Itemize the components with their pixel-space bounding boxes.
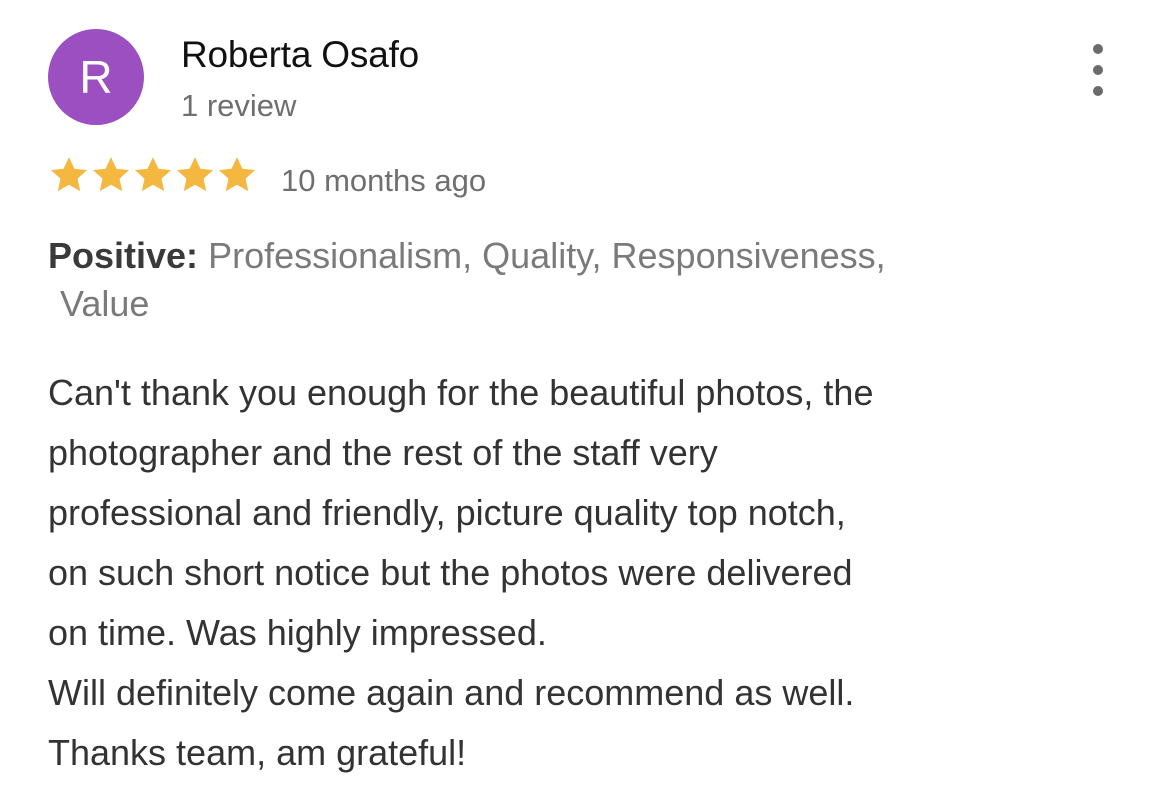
review-line: Will definitely come again and recommend… xyxy=(48,672,855,713)
more-options-button[interactable] xyxy=(1082,44,1114,96)
more-vertical-icon-dot xyxy=(1093,44,1103,54)
review-count[interactable]: 1 review xyxy=(181,88,296,124)
avatar-initial: R xyxy=(79,51,113,103)
review-line: on time. Was highly impressed. xyxy=(48,612,547,653)
reviewer-name[interactable]: Roberta Osafo xyxy=(181,34,419,76)
review-body: Can't thank you enough for the beautiful… xyxy=(48,363,1108,783)
star-icon xyxy=(176,157,214,192)
review-timestamp: 10 months ago xyxy=(281,163,487,198)
more-vertical-icon-dot xyxy=(1093,65,1103,75)
review-line: professional and friendly, picture quali… xyxy=(48,492,846,533)
star-icon xyxy=(50,157,88,192)
review-line: on such short notice but the photos were… xyxy=(48,552,853,593)
review-line: photographer and the rest of the staff v… xyxy=(48,432,718,473)
star-icon xyxy=(218,157,256,192)
review-line: Thanks team, am grateful! xyxy=(48,732,467,773)
more-vertical-icon-dot xyxy=(1093,86,1103,96)
review-line: Can't thank you enough for the beautiful… xyxy=(48,372,874,413)
star-icon xyxy=(134,157,172,192)
positive-values-line1: Professionalism, Quality, Responsiveness… xyxy=(208,235,886,276)
positive-values-line2: Value xyxy=(60,283,150,324)
positive-label: Positive: xyxy=(48,235,199,276)
avatar[interactable]: R xyxy=(48,29,144,125)
star-rating xyxy=(48,154,258,196)
star-icon xyxy=(92,157,130,192)
positive-highlights: Positive: Professionalism, Quality, Resp… xyxy=(48,232,1058,328)
